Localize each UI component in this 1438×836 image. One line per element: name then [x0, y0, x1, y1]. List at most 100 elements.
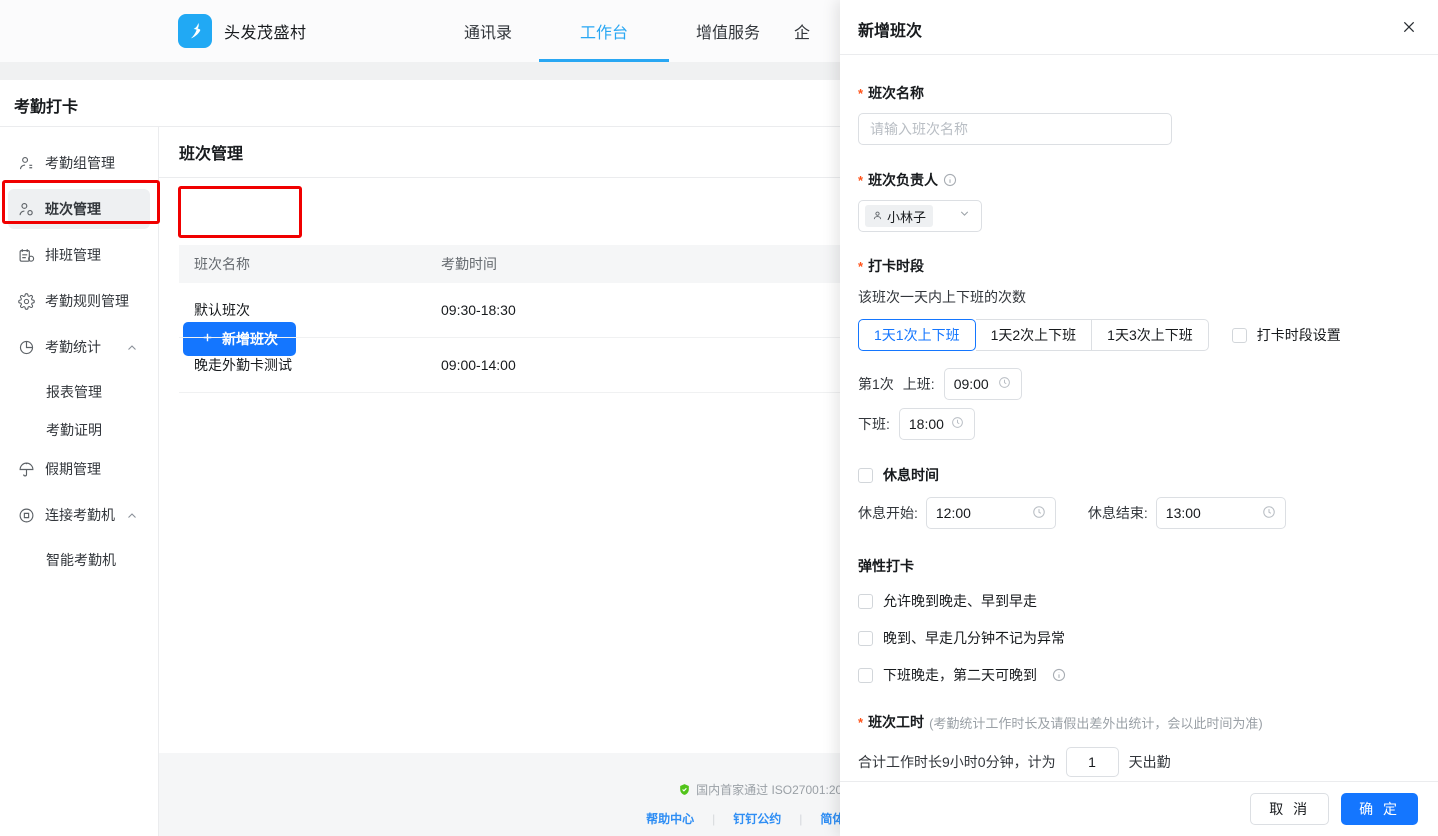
start-time-value: 09:00: [954, 376, 989, 392]
sidebar-item-smart-device[interactable]: 智能考勤机: [0, 541, 158, 579]
punch-section-label-row: * 打卡时段: [858, 256, 1420, 276]
page-title: 考勤打卡: [14, 93, 78, 117]
shield-check-icon: [678, 783, 691, 796]
rest-time-checkbox[interactable]: [858, 468, 873, 483]
shift-name-label-row: * 班次名称: [858, 83, 1420, 103]
sidebar-item-attendance-rules[interactable]: 考勤规则管理: [8, 281, 150, 321]
flexible-next-day-checkbox[interactable]: [858, 668, 873, 683]
flexible-option-label: 下班晚走，第二天可晚到: [883, 665, 1037, 685]
owner-chip-name: 小林子: [887, 207, 926, 226]
drawer-header: 新增班次: [840, 0, 1438, 55]
sidebar-item-label: 考勤证明: [46, 420, 102, 440]
rest-start-input[interactable]: 12:00: [926, 497, 1056, 529]
owner-label-row: * 班次负责人: [858, 170, 1420, 190]
nav-item-workbench[interactable]: 工作台: [546, 0, 662, 62]
punch-count-segmented-control: 1天1次上下班 1天2次上下班 1天3次上下班: [858, 319, 1209, 351]
period-setting-checkbox[interactable]: [1232, 328, 1247, 343]
footer-link-convention[interactable]: 钉钉公约: [715, 810, 799, 827]
punch-segments-row: 1天1次上下班 1天2次上下班 1天3次上下班 打卡时段设置: [858, 319, 1420, 351]
segment-once-per-day[interactable]: 1天1次上下班: [858, 319, 976, 351]
flexible-option-row[interactable]: 允许晚到晚走、早到早走: [858, 591, 1420, 611]
first-round-start-row: 第1次 上班: 09:00: [858, 368, 1420, 400]
end-label: 下班:: [858, 414, 890, 434]
required-star: *: [858, 173, 863, 188]
flexible-option-row[interactable]: 晚到、早走几分钟不记为异常: [858, 628, 1420, 648]
gear-icon: [18, 293, 35, 310]
sidebar-item-label: 考勤规则管理: [45, 291, 129, 311]
sidebar-item-label: 连接考勤机: [45, 505, 115, 525]
sidebar: 考勤组管理 班次管理 排班管理 考勤规则管理 考勤统计: [0, 127, 159, 836]
dingtalk-logo-icon: [178, 14, 212, 48]
chevron-up-icon[interactable]: [126, 341, 138, 357]
user-group-icon: [18, 155, 35, 172]
footer-link-help-center[interactable]: 帮助中心: [628, 810, 712, 827]
sidebar-item-label: 报表管理: [46, 382, 102, 402]
nav-label: 企: [794, 19, 810, 43]
punch-section-hint: 该班次一天内上下班的次数: [858, 287, 1420, 307]
owner-label: 班次负责人: [868, 170, 938, 190]
close-icon[interactable]: [1396, 14, 1422, 40]
sidebar-item-label: 考勤统计: [45, 337, 101, 357]
drawer-title: 新增班次: [858, 17, 922, 41]
period-setting-checkbox-row[interactable]: 打卡时段设置: [1232, 325, 1341, 345]
first-round-end-row: 下班: 18:00: [858, 408, 1420, 440]
device-icon: [18, 507, 35, 524]
cell-shift-name: 默认班次: [179, 300, 441, 320]
sidebar-item-attendance-group[interactable]: 考勤组管理: [8, 143, 150, 183]
owner-chip: 小林子: [865, 205, 933, 227]
sidebar-item-shift-management[interactable]: 班次管理: [8, 189, 150, 229]
sidebar-item-connect-device[interactable]: 连接考勤机: [8, 495, 150, 535]
cell-shift-name: 晚走外勤卡测试: [179, 355, 441, 375]
start-time-input[interactable]: 09:00: [944, 368, 1022, 400]
top-nav-items: 通讯录 工作台 增值服务 企: [430, 0, 820, 62]
rest-time-checkbox-row[interactable]: 休息时间: [858, 465, 1420, 485]
segment-twice-per-day[interactable]: 1天2次上下班: [976, 319, 1093, 351]
sidebar-item-label: 排班管理: [45, 245, 101, 265]
sidebar-item-label: 智能考勤机: [46, 550, 116, 570]
chevron-up-icon[interactable]: [126, 509, 138, 525]
segment-thrice-per-day[interactable]: 1天3次上下班: [1092, 319, 1209, 351]
rest-time-label: 休息时间: [883, 465, 939, 485]
brand-name: 头发茂盛村: [224, 19, 307, 43]
rest-end-input[interactable]: 13:00: [1156, 497, 1286, 529]
shift-name-input[interactable]: [858, 113, 1172, 145]
column-header-shift-name: 班次名称: [179, 254, 441, 274]
flexible-late-early-checkbox[interactable]: [858, 594, 873, 609]
sidebar-item-label: 班次管理: [45, 199, 101, 219]
end-time-input[interactable]: 18:00: [899, 408, 975, 440]
required-star: *: [858, 715, 863, 730]
flexible-option-label: 允许晚到晚走、早到早走: [883, 591, 1037, 611]
nav-label: 工作台: [580, 19, 628, 43]
rest-end-value: 13:00: [1166, 505, 1201, 521]
info-circle-icon[interactable]: [943, 173, 957, 187]
rest-start-label: 休息开始:: [858, 503, 918, 523]
worktime-row: 合计工作时长9小时0分钟，计为 天出勤: [858, 747, 1420, 777]
cancel-button[interactable]: 取 消: [1250, 793, 1329, 825]
sidebar-item-attendance-stats[interactable]: 考勤统计: [8, 327, 150, 367]
rest-time-row: 休息开始: 12:00 休息结束: 13:00: [858, 497, 1420, 529]
clock-icon: [1262, 505, 1276, 522]
end-time-value: 18:00: [909, 416, 944, 432]
flexible-option-row[interactable]: 下班晚走，第二天可晚到: [858, 665, 1420, 685]
shift-name-label: 班次名称: [868, 83, 924, 103]
app-root: 头发茂盛村 通讯录 工作台 增值服务 企 考勤打卡 考勤组管理 班次管理: [0, 0, 1438, 836]
info-circle-icon[interactable]: [1052, 668, 1066, 682]
required-star: *: [858, 86, 863, 101]
worktime-label: 班次工时: [868, 712, 924, 732]
flexible-title: 弹性打卡: [858, 556, 1420, 576]
sidebar-item-scheduling[interactable]: 排班管理: [8, 235, 150, 275]
clock-icon: [951, 416, 965, 432]
sidebar-item-leave-management[interactable]: 假期管理: [8, 449, 150, 489]
sidebar-item-report-management[interactable]: 报表管理: [0, 373, 158, 411]
card-title: 班次管理: [179, 140, 243, 164]
flexible-grace-minutes-checkbox[interactable]: [858, 631, 873, 646]
sidebar-item-attendance-certificate[interactable]: 考勤证明: [0, 411, 158, 449]
owner-select[interactable]: 小林子: [858, 200, 982, 232]
confirm-button[interactable]: 确 定: [1341, 793, 1418, 825]
worktime-prefix: 合计工作时长9小时0分钟，计为: [858, 752, 1056, 772]
nav-item-enterprise[interactable]: 企: [794, 0, 820, 62]
nav-item-contacts[interactable]: 通讯录: [430, 0, 546, 62]
nav-item-value-added[interactable]: 增值服务: [662, 0, 794, 62]
start-label: 上班:: [903, 374, 935, 394]
worktime-days-input[interactable]: [1066, 747, 1119, 777]
